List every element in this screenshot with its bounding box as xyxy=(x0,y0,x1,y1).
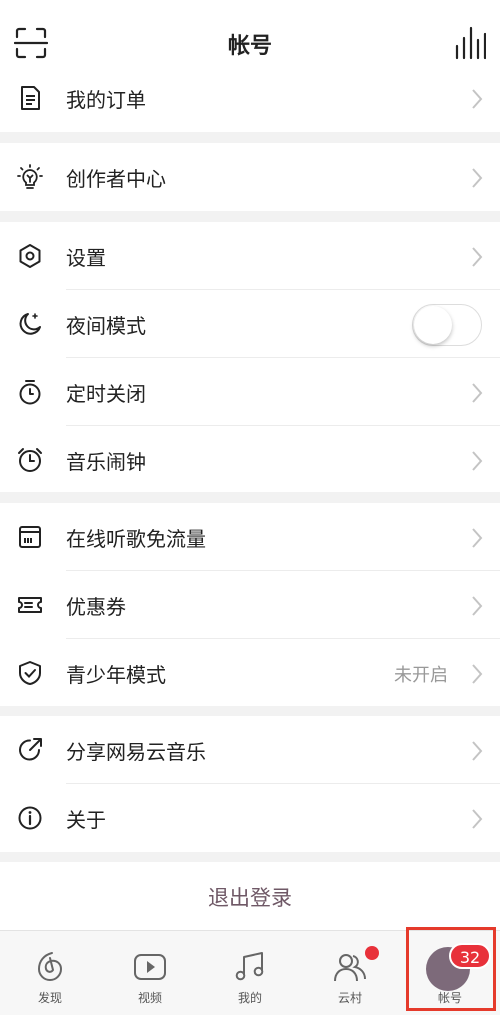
menu-item-label: 夜间模式 xyxy=(66,314,146,338)
section-settings: 设置 夜间模式 定时关闭 音乐闹钟 xyxy=(0,222,500,492)
section-creator: 创作者中心 xyxy=(0,143,500,211)
tab-label: 云村 xyxy=(337,991,362,1005)
hexagon-icon xyxy=(19,244,41,268)
menu-item-label: 青少年模式 xyxy=(66,663,166,687)
menu-item-free-traffic[interactable]: 在线听歌免流量 xyxy=(0,503,500,571)
menu-item-music-alarm[interactable]: 音乐闹钟 xyxy=(0,426,500,494)
menu-item-night-mode: 夜间模式 xyxy=(0,290,500,358)
chevron-right-icon xyxy=(472,168,483,188)
menu-item-settings[interactable]: 设置 xyxy=(0,222,500,290)
menu-item-label: 音乐闹钟 xyxy=(66,450,146,474)
ticket-icon xyxy=(18,597,42,613)
menu-item-orders[interactable]: 我的订单 xyxy=(0,64,500,132)
toggle-knob xyxy=(414,306,452,344)
tab-video[interactable]: 视频 xyxy=(100,931,200,1015)
menu-item-label: 我的订单 xyxy=(66,88,146,112)
menu-item-coupons[interactable]: 优惠券 xyxy=(0,571,500,639)
tab-label: 发现 xyxy=(37,991,62,1005)
card-icon xyxy=(19,526,41,548)
section-services: 在线听歌免流量 优惠券 青少年模式 未开启 xyxy=(0,503,500,706)
info-icon xyxy=(18,806,42,830)
menu-item-label: 优惠券 xyxy=(66,595,126,619)
menu-item-label: 设置 xyxy=(66,246,106,270)
menu-item-about[interactable]: 关于 xyxy=(0,784,500,852)
discover-icon xyxy=(37,952,63,981)
menu-item-label: 创作者中心 xyxy=(66,167,166,191)
tab-village[interactable]: 云村 xyxy=(300,931,400,1015)
people-icon xyxy=(334,954,366,982)
music-note-icon xyxy=(235,952,264,981)
menu-item-label: 定时关闭 xyxy=(66,382,146,406)
menu-item-label: 分享网易云音乐 xyxy=(66,740,206,764)
chevron-right-icon xyxy=(472,383,483,403)
menu-item-creator-center[interactable]: 创作者中心 xyxy=(0,143,500,211)
chevron-right-icon xyxy=(472,664,483,684)
tab-mine[interactable]: 我的 xyxy=(200,931,300,1015)
menu-item-label: 在线听歌免流量 xyxy=(66,527,206,551)
chevron-right-icon xyxy=(472,741,483,761)
highlight-box xyxy=(406,927,496,1011)
notification-dot xyxy=(365,946,379,960)
logout-button[interactable]: 退出登录 xyxy=(0,862,500,930)
bulb-icon xyxy=(17,164,43,189)
section-about: 分享网易云音乐 关于 xyxy=(0,716,500,852)
menu-item-label: 关于 xyxy=(66,808,106,832)
alarm-icon xyxy=(18,448,42,472)
share-icon xyxy=(19,738,42,761)
tab-discover[interactable]: 发现 xyxy=(0,931,100,1015)
shield-icon xyxy=(19,661,41,685)
chevron-right-icon xyxy=(472,596,483,616)
menu-item-timer-off[interactable]: 定时关闭 xyxy=(0,358,500,426)
teen-mode-status: 未开启 xyxy=(394,665,448,686)
logout-label: 退出登录 xyxy=(208,886,292,910)
chevron-right-icon xyxy=(472,89,483,109)
chevron-right-icon xyxy=(472,809,483,829)
video-icon xyxy=(134,954,166,980)
chevron-right-icon xyxy=(472,451,483,471)
chevron-right-icon xyxy=(472,528,483,548)
moon-icon xyxy=(19,313,41,335)
tab-label: 我的 xyxy=(237,991,262,1005)
chevron-right-icon xyxy=(472,247,483,267)
document-icon xyxy=(21,86,40,110)
menu-item-share[interactable]: 分享网易云音乐 xyxy=(0,716,500,784)
stopwatch-icon xyxy=(19,380,41,405)
tab-label: 视频 xyxy=(137,991,162,1005)
night-mode-toggle[interactable] xyxy=(412,304,482,346)
section-orders: 我的订单 xyxy=(0,64,500,132)
page-title: 帐号 xyxy=(227,34,272,59)
menu-item-teen-mode[interactable]: 青少年模式 未开启 xyxy=(0,639,500,707)
bars-icon[interactable] xyxy=(454,26,486,60)
